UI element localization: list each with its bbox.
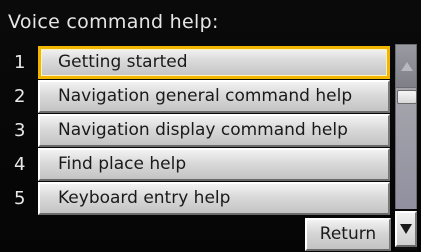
help-topic-navigation-general-button[interactable]: Navigation general command help	[38, 80, 390, 113]
voice-command-help-screen: Voice command help: 1 Getting started 2 …	[0, 0, 421, 252]
item-number: 3	[14, 120, 26, 141]
scroll-thumb[interactable]	[397, 90, 417, 104]
scrollbar	[395, 44, 417, 250]
item-number: 2	[14, 86, 26, 107]
triangle-down-icon	[400, 224, 412, 234]
item-number: 4	[14, 154, 26, 175]
list-item: 2 Navigation general command help	[0, 80, 392, 114]
list-item: 1 Getting started	[0, 46, 392, 80]
help-topic-navigation-display-button[interactable]: Navigation display command help	[38, 114, 390, 147]
scroll-up-button[interactable]	[395, 44, 417, 88]
list-item: 3 Navigation display command help	[0, 114, 392, 148]
scroll-down-button[interactable]	[395, 211, 417, 247]
page-title: Voice command help:	[8, 11, 219, 33]
help-topic-getting-started-button[interactable]: Getting started	[38, 46, 390, 79]
list-item: 5 Keyboard entry help	[0, 182, 392, 216]
scroll-track[interactable]	[395, 88, 417, 209]
help-topic-find-place-button[interactable]: Find place help	[38, 148, 390, 181]
triangle-up-icon	[401, 62, 413, 71]
item-number: 5	[14, 188, 26, 209]
return-button[interactable]: Return	[305, 218, 391, 251]
help-topic-keyboard-entry-button[interactable]: Keyboard entry help	[38, 182, 390, 215]
list-item: 4 Find place help	[0, 148, 392, 182]
item-number: 1	[14, 52, 26, 73]
